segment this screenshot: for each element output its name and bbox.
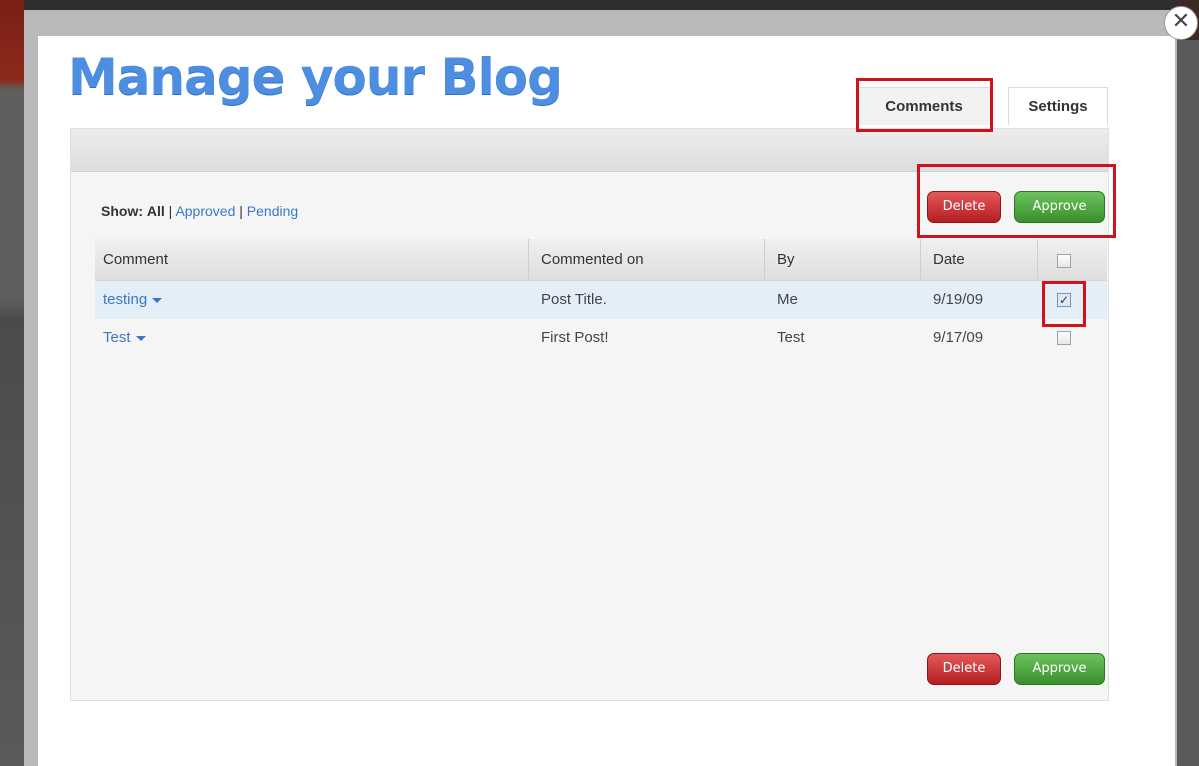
- column-divider: [920, 239, 921, 280]
- filter-separator: |: [239, 203, 243, 219]
- commented-on-cell: Post Title.: [541, 291, 607, 308]
- row-checkbox[interactable]: ✓: [1057, 293, 1071, 307]
- filter-all[interactable]: All: [147, 203, 165, 219]
- filter-label: Show:: [101, 203, 143, 219]
- tab-comments[interactable]: Comments: [856, 87, 992, 125]
- column-divider: [764, 239, 765, 280]
- column-header-date[interactable]: Date: [933, 239, 965, 280]
- column-header-commented-on[interactable]: Commented on: [541, 239, 644, 280]
- date-cell: 9/19/09: [933, 291, 984, 308]
- background-right-strip: [1177, 40, 1199, 766]
- panel-header-bar: [71, 129, 1108, 172]
- delete-button-top[interactable]: Delete: [927, 191, 1001, 223]
- column-divider: [1037, 239, 1038, 280]
- manage-blog-modal: Manage your Blog Comments Settings Show:…: [24, 10, 1177, 766]
- approve-button-top[interactable]: Approve: [1014, 191, 1105, 223]
- select-all-checkbox[interactable]: [1057, 254, 1071, 268]
- comment-text[interactable]: testing: [103, 291, 147, 308]
- page-title: Manage your Blog: [68, 48, 563, 106]
- filter-pending-link[interactable]: Pending: [247, 203, 298, 219]
- tab-settings[interactable]: Settings: [1008, 87, 1108, 125]
- comments-panel: Show: All | Approved | Pending Delete Ap…: [70, 128, 1109, 701]
- comment-text[interactable]: Test: [103, 329, 131, 346]
- filter-separator: |: [168, 203, 173, 219]
- date-cell: 9/17/09: [933, 329, 984, 346]
- approve-button-bottom[interactable]: Approve: [1014, 653, 1105, 685]
- filter-approved-link[interactable]: Approved: [175, 203, 235, 219]
- table-row[interactable]: testing Post Title. Me 9/19/09 ✓: [95, 281, 1107, 319]
- by-cell: Me: [777, 291, 798, 308]
- by-cell: Test: [777, 329, 805, 346]
- delete-button-bottom[interactable]: Delete: [927, 653, 1001, 685]
- chevron-down-icon[interactable]: [152, 297, 163, 303]
- background-left-strip: [0, 0, 24, 766]
- comment-cell[interactable]: testing: [103, 281, 163, 319]
- table-row[interactable]: Test First Post! Test 9/17/09: [95, 319, 1107, 357]
- column-header-comment[interactable]: Comment: [103, 239, 168, 280]
- row-checkbox[interactable]: [1057, 331, 1071, 345]
- column-divider: [528, 239, 529, 280]
- modal-content: Manage your Blog Comments Settings Show:…: [38, 36, 1175, 766]
- close-icon[interactable]: ✕: [1164, 6, 1198, 40]
- chevron-down-icon[interactable]: [135, 335, 146, 341]
- comment-cell[interactable]: Test: [103, 319, 146, 357]
- comment-filter: Show: All | Approved | Pending: [101, 203, 298, 219]
- background-top-strip: [24, 0, 1177, 10]
- comments-table-header: Comment Commented on By Date: [95, 239, 1107, 281]
- commented-on-cell: First Post!: [541, 329, 609, 346]
- column-header-by[interactable]: By: [777, 239, 795, 280]
